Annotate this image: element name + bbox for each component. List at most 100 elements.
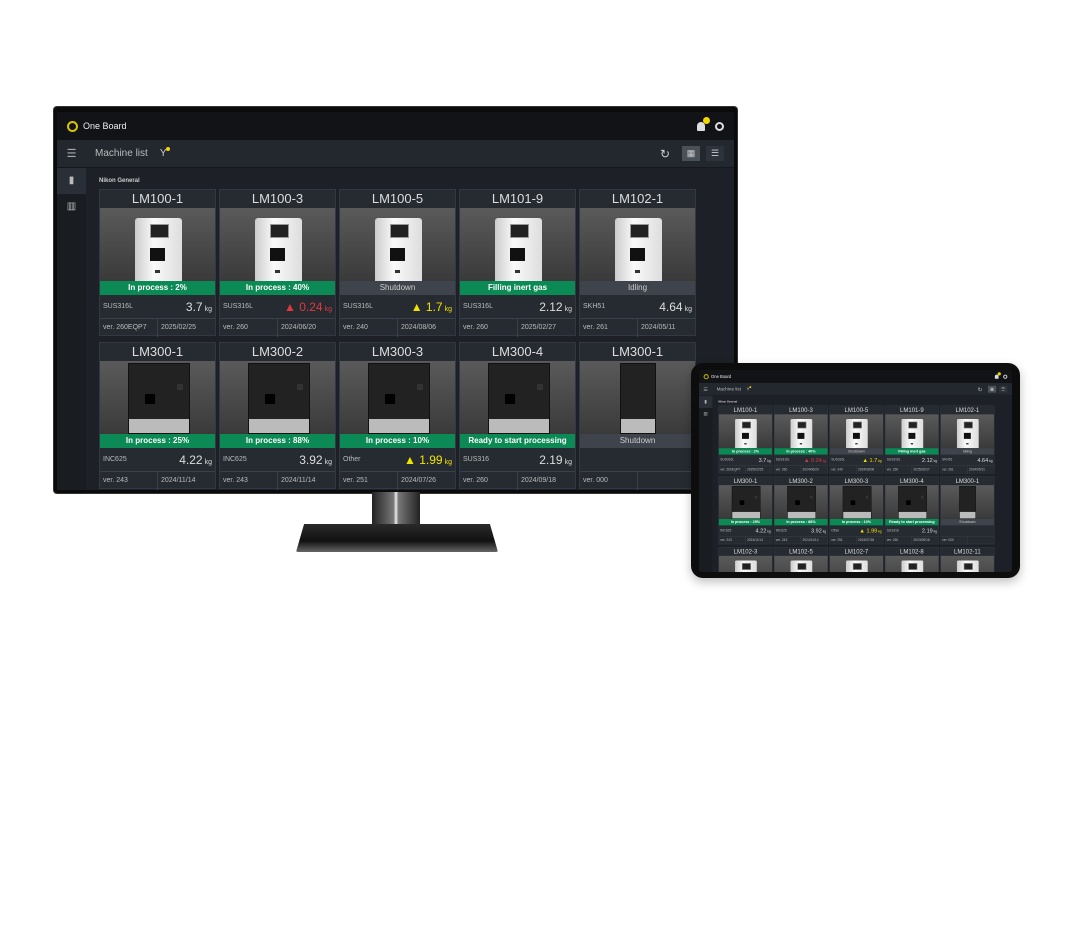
user-icon[interactable] <box>1003 374 1008 379</box>
machine-card[interactable]: LM101-9Filling inert gasSUS316L2.12kgver… <box>459 189 576 337</box>
sidebar-item-machines[interactable]: ▮ <box>57 168 86 194</box>
view-controls: ↻ ▦ ☰ <box>660 146 734 161</box>
date: 2024/08/06 <box>856 465 883 475</box>
status-bar: Shutdown <box>340 281 455 295</box>
hamburger-icon[interactable]: ☰ <box>57 147 86 160</box>
machine-name: LM300-3 <box>371 344 424 359</box>
material-row: Other ▲ 1.99kg <box>829 525 883 537</box>
header-actions <box>697 116 724 131</box>
machine-card[interactable]: LM300-3In process : 10%Other▲ 1.99kgver.… <box>339 342 456 490</box>
machine-card[interactable]: LM100-1In process : 2%SUS316L3.7kgver. 2… <box>99 189 216 337</box>
machine-image <box>885 414 939 449</box>
machine-card[interactable]: LM300-4 Ready to start processing SUS316 2.… <box>884 476 939 545</box>
machine-card[interactable]: LM101-9Filling inert gasSUS316L2.12kgver… <box>884 405 939 475</box>
machine-name: LM100-1 <box>131 191 184 206</box>
machine-image <box>460 208 575 281</box>
sidebar-item-analytics[interactable]: ▥ <box>699 408 712 420</box>
list-view-button[interactable]: ☰ <box>706 146 724 161</box>
machine-picture <box>731 486 761 519</box>
list-view-button[interactable]: ☰ <box>999 385 1008 393</box>
sidebar-item-machines[interactable]: ▮ <box>699 395 713 408</box>
version-row: ver. 260EQP7 2025/02/25 <box>100 319 215 337</box>
grid-view-button[interactable]: ▦ <box>987 385 997 393</box>
machine-card[interactable]: LM100-3In process : 40%SUS316L▲ 0.24kgve… <box>773 405 828 475</box>
material: SUS316 <box>886 529 899 533</box>
machine-card[interactable]: LM300-1In process : 25%INC6254.22kgver. … <box>99 342 216 490</box>
remaining-weight: ▲ 0.24kg <box>804 457 826 463</box>
material-row: INC625 4.22kg <box>718 525 773 537</box>
machine-picture <box>787 486 816 519</box>
material: SUS316L <box>831 458 846 462</box>
machine-image <box>829 414 883 449</box>
machine-card[interactable]: LM102-7 <box>829 547 884 572</box>
hamburger-icon[interactable]: ☰ <box>699 386 712 393</box>
material: SUS316L <box>223 303 253 310</box>
version: ver. 240 <box>343 324 368 331</box>
machine-card[interactable]: LM102-3 <box>718 547 773 572</box>
machine-image <box>100 208 215 281</box>
app-title: One Board <box>711 374 732 379</box>
machine-image <box>885 555 939 572</box>
machine-card[interactable]: LM300-1 Shutdown ver. 000 <box>940 476 995 545</box>
machine-card[interactable]: LM100-5ShutdownSUS316L▲ 1.7kgver. 240202… <box>339 189 456 337</box>
machine-name: LM100-5 <box>371 191 424 206</box>
warning-icon: ▲ <box>404 452 420 467</box>
machine-card[interactable]: LM102-11 <box>940 547 995 572</box>
version-row: ver. 240 2024/08/06 <box>830 465 883 475</box>
machine-card[interactable]: LM300-3In process : 10%Other▲ 1.99kgver.… <box>829 476 884 545</box>
refresh-icon[interactable]: ↻ <box>660 147 670 161</box>
machine-picture <box>488 363 550 434</box>
filter-icon[interactable]: Y <box>747 386 752 392</box>
machine-card[interactable]: LM300-1In process : 25%INC6254.22kgver. … <box>718 476 773 545</box>
weight-unit: kg <box>822 459 827 463</box>
machine-card[interactable]: LM102-8 <box>884 547 939 572</box>
machine-card[interactable]: LM102-5 <box>773 547 828 572</box>
machine-name: LM300-1 <box>611 344 664 359</box>
weight-value: 2.19 <box>921 527 933 534</box>
machine-image <box>718 485 773 519</box>
machine-card[interactable]: LM100-1In process : 2%SUS316L3.7kgver. 2… <box>718 405 773 475</box>
tablet: One Board ☰ Machine list Y ↻ ▦ ☰ ▮ ▥ Nikon Genera… <box>691 363 1020 578</box>
version: ver. 260 <box>775 468 788 472</box>
status-bar: Shutdown <box>580 434 695 448</box>
sidebar-item-analytics[interactable]: ▥ <box>57 194 86 220</box>
machine-card[interactable]: LM100-5ShutdownSUS316L▲ 1.7kgver. 240202… <box>829 405 884 475</box>
version-row: ver. 243 2024/11/14 <box>100 472 215 490</box>
material: SUS316L <box>103 303 133 310</box>
version-row: ver. 240 2024/08/06 <box>340 319 455 337</box>
version-row: ver. 243 2024/11/14 <box>774 536 827 545</box>
refresh-icon[interactable]: ↻ <box>978 386 983 392</box>
date: 2025/02/27 <box>911 465 939 475</box>
version-row: ver. 000 <box>941 536 994 545</box>
machine-picture <box>846 419 868 449</box>
weight-value: 1.7 <box>425 299 443 314</box>
weight-value: 0.24 <box>299 299 323 314</box>
version: ver. 243 <box>720 538 732 542</box>
machine-card[interactable]: LM100-3In process : 40%SUS316L▲ 0.24kgve… <box>219 189 336 337</box>
machine-card[interactable]: LM102-1IdlingSKH514.64kgver. 2612024/05/… <box>940 405 995 475</box>
version: ver. 260EQP7 <box>720 468 741 472</box>
machine-name: LM102-3 <box>733 547 758 555</box>
grid-view-button[interactable]: ▦ <box>682 146 700 161</box>
machine-image <box>774 555 828 572</box>
machine-card[interactable]: LM300-4 Ready to start processing SUS316 2.… <box>459 342 576 490</box>
bell-icon[interactable] <box>994 372 1001 379</box>
sidebar: ▮ ▥ <box>699 395 713 572</box>
machine-card[interactable]: LM300-2In process : 88%INC6253.92kgver. … <box>773 476 828 545</box>
toolbar: ☰ Machine list Y ↻ ▦ ☰ <box>699 382 1012 396</box>
remaining-weight: 3.92kg <box>811 527 826 533</box>
weight-value: 4.64 <box>977 456 989 464</box>
user-icon[interactable] <box>715 121 724 131</box>
machine-card[interactable]: LM300-1 Shutdown ver. 000 <box>579 342 696 490</box>
version: ver. 260 <box>463 324 488 331</box>
machine-picture <box>255 218 302 281</box>
material: SKH51 <box>942 458 953 462</box>
material-row: SUS316 2.19kg <box>885 525 939 537</box>
machine-card[interactable]: LM102-1IdlingSKH514.64kgver. 2612024/05/… <box>579 189 696 337</box>
filter-icon[interactable]: Y <box>160 147 171 159</box>
version: ver. 251 <box>343 477 368 484</box>
app-title: One Board <box>83 121 127 131</box>
machine-card[interactable]: LM300-2In process : 88%INC6253.92kgver. … <box>219 342 336 490</box>
bell-icon[interactable] <box>697 116 710 131</box>
warning-icon: ▲ <box>284 299 300 314</box>
